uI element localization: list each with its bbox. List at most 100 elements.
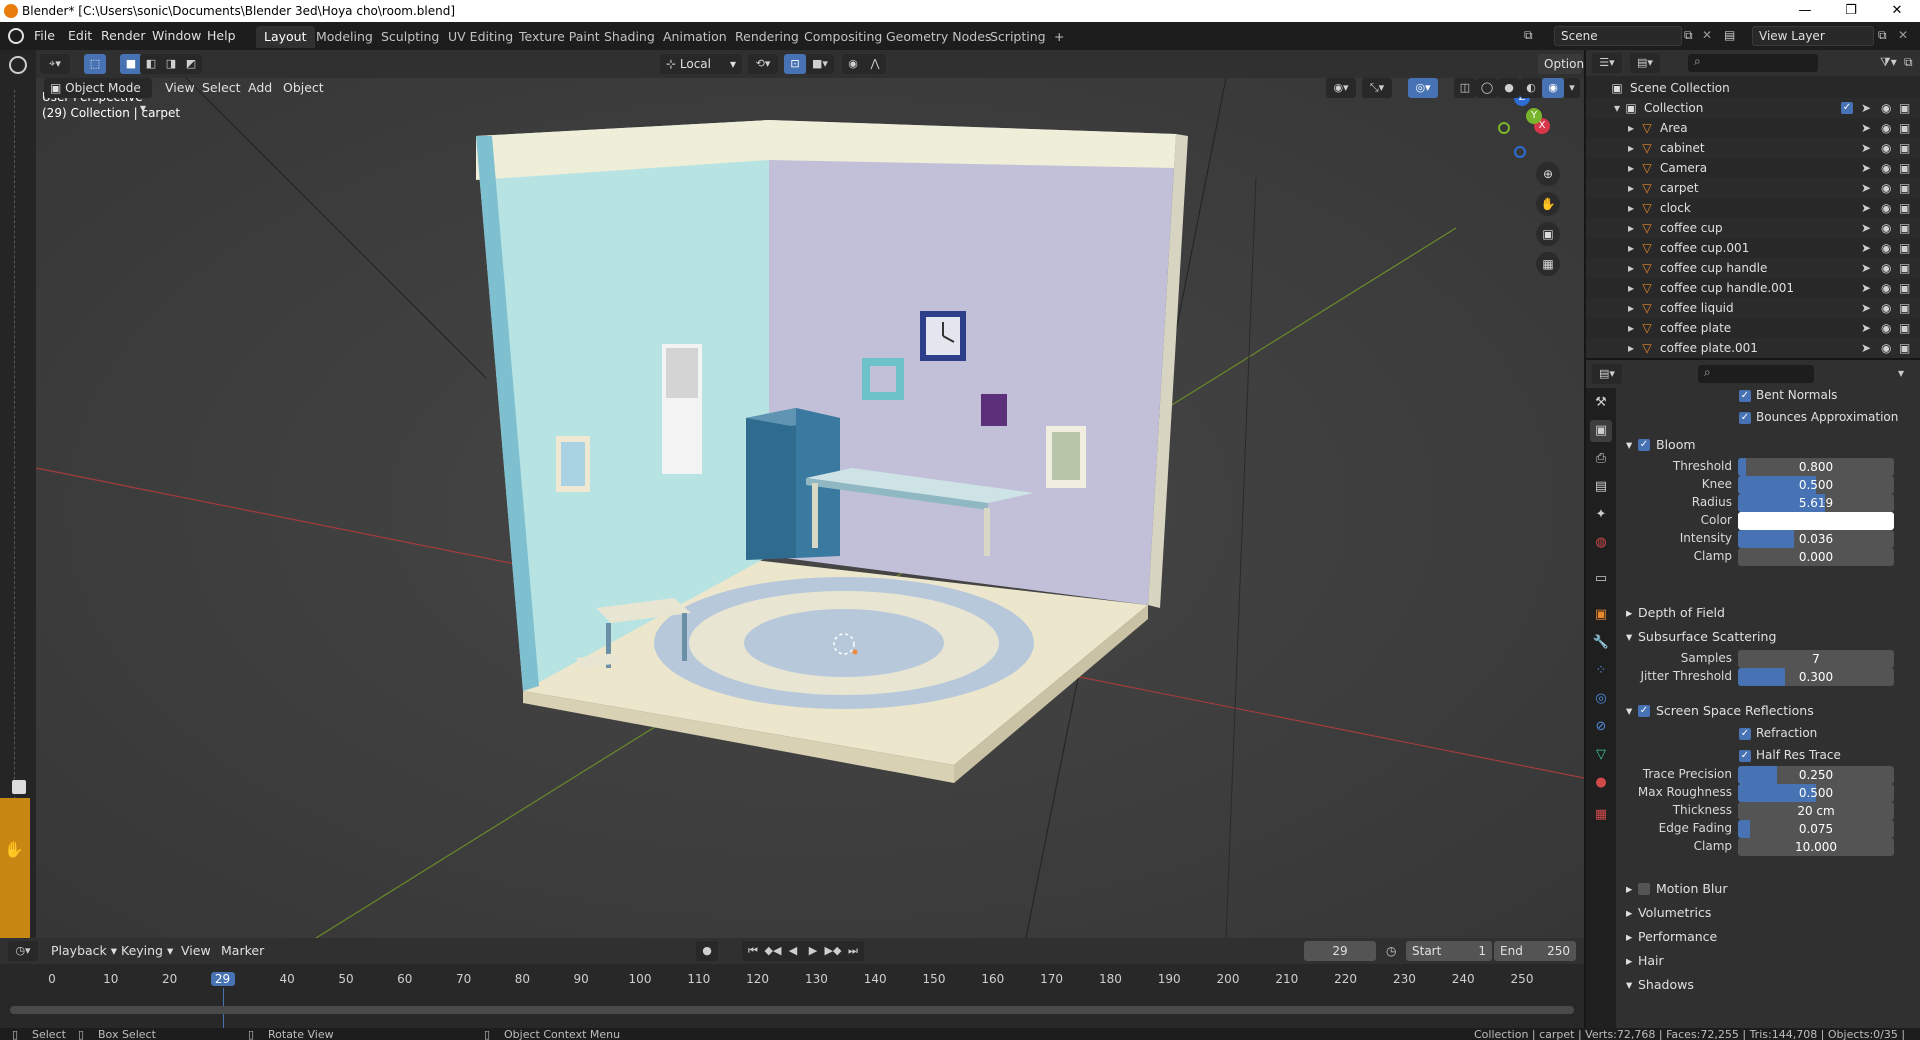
collection-exclude-checkbox[interactable]: ✓ [1841,102,1853,114]
property-slider[interactable]: 20 cm [1738,802,1894,820]
render-camera-icon[interactable]: ▣ [1899,218,1910,238]
outliner-scene-collection[interactable]: ▣ Scene Collection [1586,78,1920,98]
camera-view-icon[interactable]: ▣ [1536,222,1560,246]
expand-arrow-icon[interactable]: ▸ [1624,121,1638,135]
select-arrow-icon[interactable]: ➤ [1861,138,1871,158]
tab-compositing[interactable]: Compositing [796,26,890,48]
menu-edit[interactable]: Edit [68,28,92,43]
filter-icon[interactable]: ⧩▾ [1880,55,1897,70]
tab-modeling[interactable]: Modeling [308,26,381,48]
rendered-shading-icon[interactable]: ◉ [1542,78,1564,98]
outliner-search-input[interactable]: ⌕ [1688,54,1818,72]
eye-icon[interactable]: ◉ [1881,118,1891,138]
new-scene-icon[interactable]: ⧉ [1684,28,1700,43]
outliner-item[interactable]: ▸ ▽ coffee cup.001 ➤ ◉ ▣ [1586,238,1920,258]
eye-icon[interactable]: ◉ [1881,318,1891,338]
property-slider[interactable]: 0.250 [1738,766,1894,784]
property-slider[interactable]: 0.075 [1738,820,1894,838]
bounces-approx-checkbox[interactable]: ✓ [1739,412,1751,424]
new-view-layer-icon[interactable]: ⧉ [1878,28,1894,43]
outliner-item[interactable]: ▸ ▽ coffee plate ➤ ◉ ▣ [1586,318,1920,338]
performance-panel-header[interactable]: ▸ Performance [1618,926,1918,948]
property-slider[interactable] [1738,512,1894,530]
render-camera-icon[interactable]: ▣ [1899,298,1910,318]
gizmo-neg-z[interactable] [1514,146,1526,158]
pivot-point-icon[interactable]: ⟲▾ [748,54,778,74]
hand-icon[interactable]: ✋ [4,840,24,860]
select-extend-icon[interactable]: ◧ [140,54,162,74]
outliner-item[interactable]: ▸ ▽ Area ➤ ◉ ▣ [1586,118,1920,138]
viewport-menu-select[interactable]: Select [197,78,246,98]
properties-editor-type-icon[interactable]: ▤▾ [1592,364,1622,384]
expand-arrow-icon[interactable]: ▸ [1624,201,1638,215]
gizmo-y-axis[interactable]: Y [1526,108,1542,124]
scene-tab-icon[interactable]: ✦ [1590,504,1612,526]
material-shading-icon[interactable]: ◐ [1520,78,1542,98]
output-tab-icon[interactable]: ⎙ [1590,448,1612,470]
eye-icon[interactable]: ◉ [1881,138,1891,158]
remove-view-layer-icon[interactable]: ✕ [1898,28,1914,42]
select-arrow-icon[interactable]: ➤ [1861,318,1871,338]
navigate-icon[interactable] [12,780,26,794]
select-tool-icon[interactable]: ⬚ [84,54,106,74]
shadows-panel-header[interactable]: ▾ Shadows [1618,974,1918,996]
render-camera-icon[interactable]: ▣ [1899,278,1910,298]
remove-scene-icon[interactable]: ✕ [1702,28,1718,42]
outliner-item[interactable]: ▸ ▽ coffee liquid ➤ ◉ ▣ [1586,298,1920,318]
tab-animation[interactable]: Animation [655,26,735,48]
expand-arrow-icon[interactable]: ▸ [1624,161,1638,175]
add-workspace-button[interactable]: + [1046,26,1072,48]
expand-arrow-icon[interactable]: ▸ [1624,181,1638,195]
ortho-grid-icon[interactable]: ▦ [1536,252,1560,276]
render-camera-icon[interactable]: ▣ [1899,318,1910,338]
properties-search-input[interactable]: ⌕ [1698,365,1814,383]
render-camera-icon[interactable]: ▣ [1899,198,1910,218]
scene-browse-icon[interactable]: ⧉ [1524,28,1546,46]
render-camera-icon[interactable]: ▣ [1899,238,1910,258]
hair-panel-header[interactable]: ▸ Hair [1618,950,1918,972]
menu-window[interactable]: Window [152,28,201,43]
3d-viewport[interactable]: User Perspective (29) Collection | carpe… [36,78,1584,938]
property-slider[interactable]: 0.000 [1738,548,1894,566]
render-tab-icon[interactable]: ▣ [1590,420,1612,442]
display-mode-icon[interactable]: ▤▾ [1630,53,1660,73]
select-invert-icon[interactable]: ◩ [180,54,202,74]
select-arrow-icon[interactable]: ➤ [1861,218,1871,238]
property-slider[interactable]: 0.800 [1738,458,1894,476]
viewport-menu-view[interactable]: View [160,78,200,98]
wireframe-shading-icon[interactable]: ◯ [1476,78,1498,98]
view-layer-tab-icon[interactable]: ▤ [1590,476,1612,498]
motion-blur-checkbox[interactable] [1638,883,1650,895]
outliner-editor-type-icon[interactable]: ☰▾ [1592,53,1622,73]
timeline-scrollbar[interactable] [10,1006,1574,1014]
render-camera-icon[interactable]: ▣ [1899,338,1910,358]
eye-icon[interactable]: ◉ [1881,278,1891,298]
select-arrow-icon[interactable]: ➤ [1861,298,1871,318]
expand-arrow-icon[interactable]: ▸ [1624,141,1638,155]
eye-icon[interactable]: ◉ [1881,338,1891,358]
render-camera-icon[interactable]: ▣ [1899,118,1910,138]
tab-scripting[interactable]: Scripting [982,26,1054,48]
menu-render[interactable]: Render [101,28,146,43]
expand-arrow-icon[interactable]: ▸ [1624,241,1638,255]
modifier-tab-icon[interactable]: 🔧 [1590,632,1612,654]
editor-type-button[interactable]: ⌖▾ [40,54,70,74]
outliner-item[interactable]: ▸ ▽ cabinet ➤ ◉ ▣ [1586,138,1920,158]
snap-target-icon[interactable]: ■▾ [806,54,834,74]
properties-options-icon[interactable]: ▾ [1898,366,1904,380]
select-arrow-icon[interactable]: ➤ [1861,258,1871,278]
select-arrow-icon[interactable]: ➤ [1861,118,1871,138]
particles-tab-icon[interactable]: ⁘ [1590,660,1612,682]
outliner-item[interactable]: ▸ ▽ coffee cup handle.001 ➤ ◉ ▣ [1586,278,1920,298]
bloom-panel-header[interactable]: ▾ ✓ Bloom [1618,434,1918,456]
outliner-collection[interactable]: ▾ ▣ Collection ✓ ➤ ◉ ▣ [1586,98,1920,118]
editor-type-icon[interactable] [9,56,27,74]
eye-icon[interactable]: ◉ [1881,298,1891,318]
expand-arrow-icon[interactable]: ▾ [1610,101,1624,115]
property-slider[interactable]: 5.619 [1738,494,1894,512]
zoom-icon[interactable]: ⊕ [1536,162,1560,186]
expand-arrow-icon[interactable]: ▸ [1624,321,1638,335]
collection-tab-icon[interactable]: ▭ [1590,568,1612,590]
volumetrics-panel-header[interactable]: ▸ Volumetrics [1618,902,1918,924]
constraints-tab-icon[interactable]: ⊘ [1590,716,1612,738]
